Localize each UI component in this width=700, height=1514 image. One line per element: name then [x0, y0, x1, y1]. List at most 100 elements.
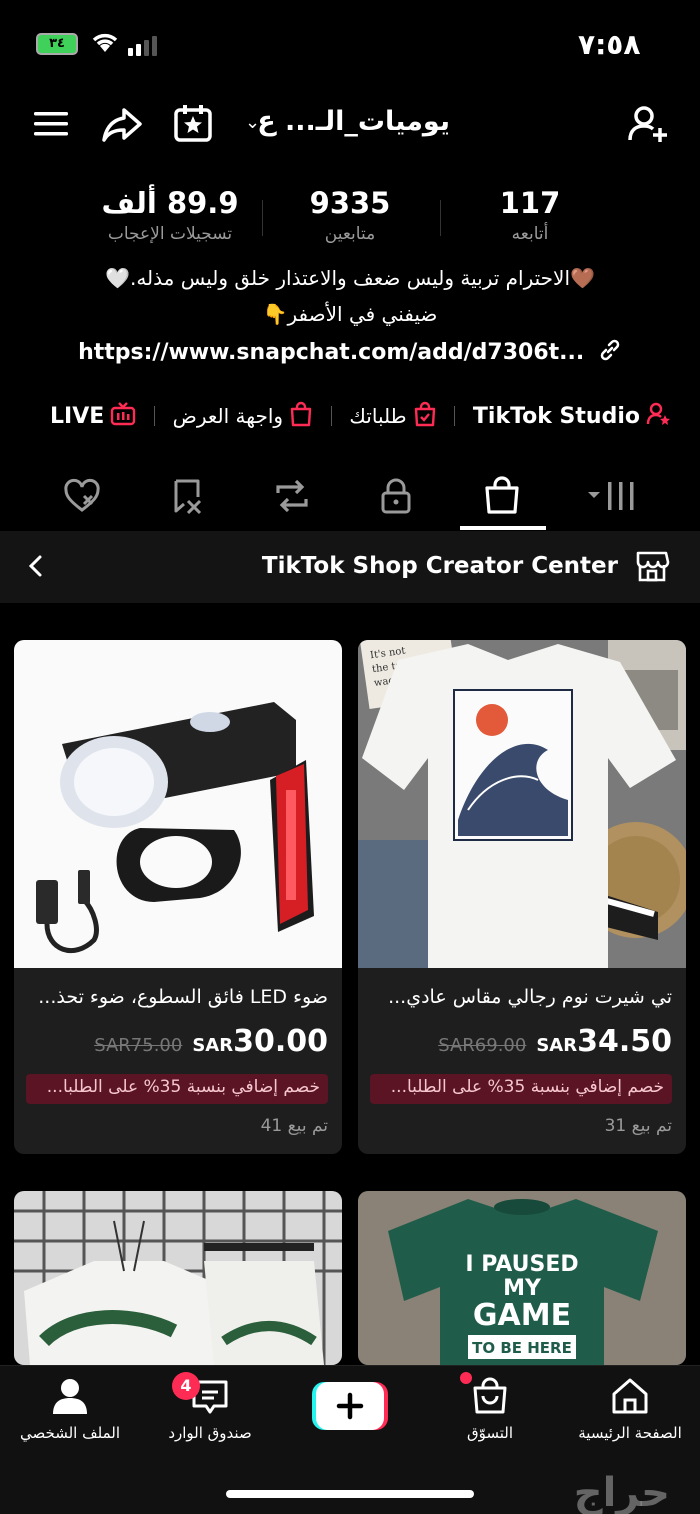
grid-dropdown-icon: [584, 478, 640, 518]
tiktok-studio-link[interactable]: TikTok Studio: [473, 401, 672, 432]
nav-inbox-label: صندوق الوارد: [168, 1424, 252, 1442]
lock-icon: [378, 477, 414, 519]
person-icon: [50, 1379, 90, 1420]
stat-followers[interactable]: 9335 متابعين: [260, 186, 440, 244]
price-value: 30.00: [233, 1024, 328, 1059]
nav-profile-label: الملف الشخصي: [20, 1424, 120, 1442]
heart-slash-icon: [62, 478, 102, 518]
storefront-icon: [634, 549, 670, 587]
home-indicator: [226, 1490, 474, 1498]
inbox-badge: 4: [172, 1372, 200, 1400]
tshirt-print-line: I PAUSED: [465, 1252, 578, 1277]
quick-sep: [330, 406, 332, 426]
original-price: SAR75.00: [94, 1035, 183, 1056]
stat-label: تسجيلات الإعجاب: [107, 224, 233, 244]
repost-icon: [272, 477, 312, 519]
product-image-white-set[interactable]: [14, 1191, 342, 1365]
nav-inbox[interactable]: صندوق الوارد: [140, 1376, 280, 1442]
original-price: SAR69.00: [438, 1035, 527, 1056]
live-link[interactable]: LIVE: [50, 401, 136, 432]
home-icon: [608, 1378, 652, 1420]
quick-sep: [454, 406, 456, 426]
chevron-left-icon[interactable]: [24, 551, 48, 588]
showcase-link[interactable]: واجهة العرض: [173, 401, 313, 432]
orders-label: طلباتك: [349, 404, 407, 428]
currency: SAR: [192, 1035, 234, 1056]
shopping-bag-icon: [483, 476, 521, 520]
current-price: SAR34.50: [536, 1024, 672, 1059]
orders-link[interactable]: طلباتك: [349, 401, 436, 432]
create-button[interactable]: [312, 1382, 388, 1430]
status-time: ٧:٥٨: [578, 28, 641, 61]
live-label: LIVE: [50, 403, 105, 429]
product-price: SAR75.00 SAR30.00: [94, 1024, 328, 1059]
tab-videos[interactable]: [580, 470, 644, 526]
shop-bar-title: TikTok Shop Creator Center: [261, 553, 618, 579]
tshirt-print-line: GAME: [473, 1298, 571, 1333]
bio-line-1: 🤎الاحترام تربية وليس ضعف والاعتذار خلق و…: [105, 266, 595, 290]
product-title[interactable]: تي شيرت نوم رجالي مقاس عادي...: [370, 986, 672, 1008]
product-price: SAR69.00 SAR34.50: [438, 1024, 672, 1059]
tshirt-print-line: TO BE HERE: [472, 1339, 572, 1357]
stat-likes[interactable]: 89.9 ألف تسجيلات الإعجاب: [80, 186, 260, 244]
message-icon: [190, 1380, 230, 1420]
sold-count: تم بيع 31: [604, 1116, 672, 1136]
live-tv-icon: [110, 401, 136, 432]
tab-shop[interactable]: [472, 470, 532, 526]
bio-line-2: ضيفني في الأصفر👇: [262, 302, 438, 326]
stat-divider: [262, 200, 263, 236]
tab-private[interactable]: [366, 470, 426, 526]
product-image-bike-light[interactable]: [14, 640, 342, 968]
bio-link[interactable]: https://www.snapchat.com/add/d7306t...: [0, 338, 700, 368]
nav-home-label: الصفحة الرئيسية: [578, 1424, 682, 1442]
product-image-green-tshirt[interactable]: I PAUSED MY GAME TO BE HERE: [358, 1191, 686, 1365]
quick-links-row: TikTok Studio طلباتك واجهة العرض LIVE: [50, 396, 672, 436]
tab-reposts[interactable]: [262, 470, 322, 526]
product-title[interactable]: ضوء LED فائق السطوع، ضوء تحذ...: [26, 986, 328, 1008]
add-friend-icon[interactable]: [624, 100, 672, 148]
promo-badge: خصم إضافي بنسبة 35% على الطلبا...: [26, 1074, 328, 1104]
nav-shop[interactable]: التسوّق: [420, 1376, 560, 1442]
link-icon: [598, 338, 622, 368]
menu-icon[interactable]: [28, 100, 76, 148]
currency: SAR: [536, 1035, 578, 1056]
stat-value: 9335: [309, 186, 391, 220]
tab-favorites[interactable]: [158, 470, 218, 526]
stat-value: 117: [499, 186, 561, 220]
nav-home[interactable]: الصفحة الرئيسية: [560, 1376, 700, 1442]
nav-profile[interactable]: الملف الشخصي: [0, 1376, 140, 1442]
current-price: SAR30.00: [192, 1024, 328, 1059]
notification-dot: [460, 1372, 472, 1384]
wifi-icon: [90, 30, 120, 58]
product-card[interactable]: ضوء LED فائق السطوع، ضوء تحذ... SAR75.00…: [14, 640, 342, 1154]
signal-icon: [128, 36, 157, 56]
bag-icon: [289, 401, 313, 432]
stat-divider: [440, 200, 441, 236]
tab-liked[interactable]: [52, 470, 112, 526]
account-switcher[interactable]: يوميات_الـ... ع: [240, 106, 450, 137]
stat-label: متابعين: [324, 224, 376, 244]
nav-shop-label: التسوّق: [466, 1424, 514, 1442]
sold-count: تم بيع 41: [260, 1116, 328, 1136]
product-image-tshirt[interactable]: It's not the tail that wags the dog: [358, 640, 686, 968]
person-star-icon: [646, 401, 672, 432]
shopping-bag-icon: [470, 1377, 510, 1420]
product-card[interactable]: It's not the tail that wags the dog تي ش…: [358, 640, 686, 1154]
product-card[interactable]: I PAUSED MY GAME TO BE HERE: [358, 1191, 686, 1365]
share-icon[interactable]: [98, 100, 146, 148]
tiktok-studio-label: TikTok Studio: [472, 403, 640, 429]
calendar-star-icon[interactable]: [170, 100, 218, 148]
stat-following[interactable]: 117 أتابعه: [440, 186, 620, 244]
profile-tabs: [0, 470, 700, 532]
stat-label: أتابعه: [511, 224, 549, 244]
promo-badge: خصم إضافي بنسبة 35% على الطلبا...: [370, 1074, 672, 1104]
stat-value: 89.9 ألف: [101, 186, 239, 220]
shop-creator-center-bar[interactable]: TikTok Shop Creator Center: [0, 531, 700, 603]
product-card[interactable]: [14, 1191, 342, 1365]
watermark-logo: حراج: [573, 1470, 670, 1514]
active-tab-indicator: [460, 526, 546, 530]
battery-icon: ٣٤: [36, 33, 78, 55]
bookmark-slash-icon: [168, 477, 208, 519]
bio-link-text[interactable]: https://www.snapchat.com/add/d7306t...: [78, 340, 584, 365]
showcase-label: واجهة العرض: [172, 404, 284, 428]
